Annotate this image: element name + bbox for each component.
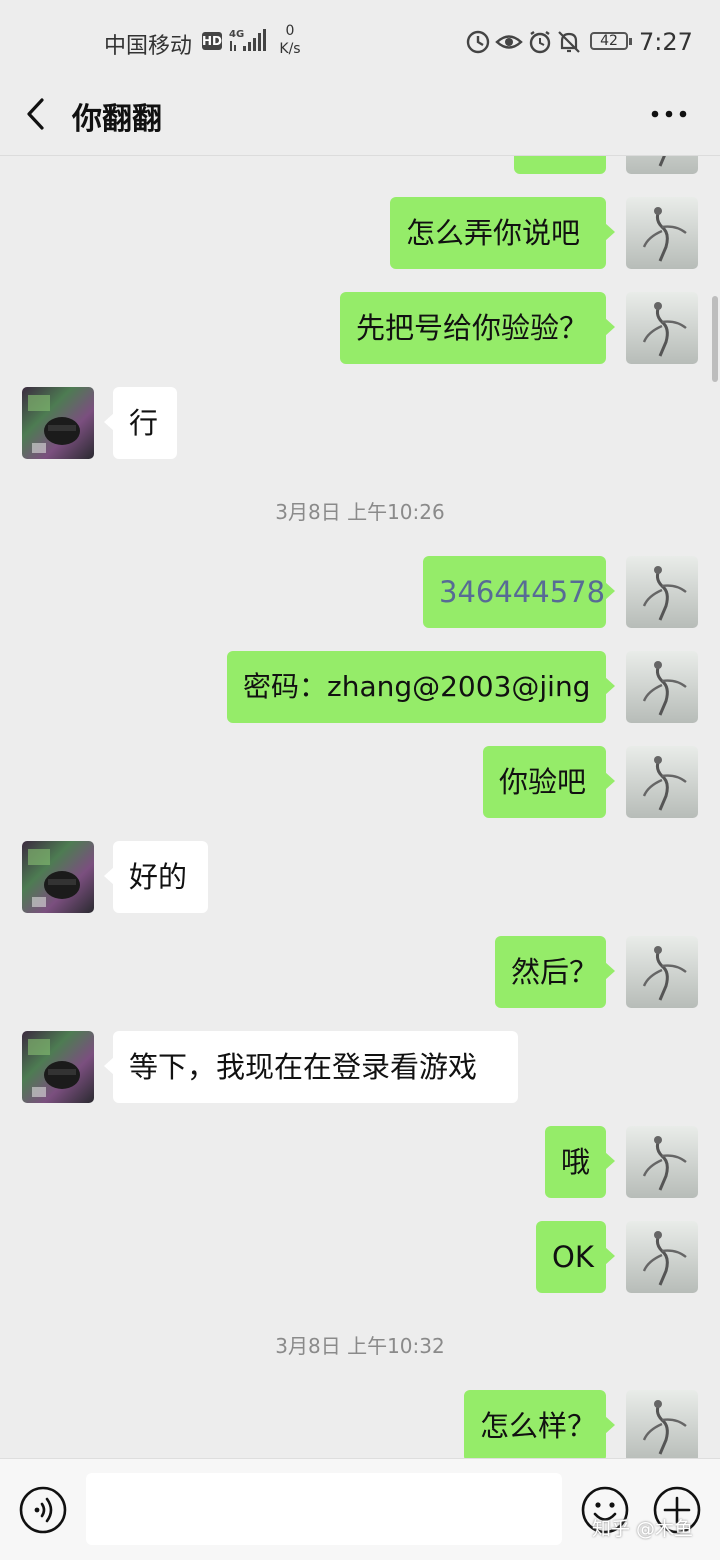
mute-bell-icon [558,31,580,53]
my-avatar[interactable] [626,936,698,1008]
my-avatar[interactable] [626,292,698,364]
alarm-icon [529,31,551,54]
chat-header: 你翻翻 [0,80,720,156]
chat-scrollbar[interactable] [712,296,718,382]
contact-avatar[interactable] [22,1031,94,1103]
message-list[interactable]: 怎么弄你说吧 先把号给你验验？ 行 3月8日 上午10:26 346444578… [0,156,720,1458]
carrier-name: 中国移动 [104,34,193,59]
my-avatar[interactable] [626,651,698,723]
contact-avatar[interactable] [22,387,94,459]
message-bubble[interactable]: 怎么弄你说吧 [390,197,615,269]
time-divider: 3月8日 上午10:26 [275,500,445,524]
chat-title: 你翻翻 [72,102,162,137]
my-avatar[interactable] [626,156,698,174]
message-bubble[interactable]: 哦 [545,1126,615,1198]
net-speed: 0 K/s [274,22,306,58]
signal-icon: 4G [229,29,266,51]
input-bar [0,1458,720,1560]
message-bubble[interactable]: OK [536,1221,615,1293]
voice-icon[interactable] [18,1485,68,1535]
contact-avatar[interactable] [22,841,94,913]
time-divider: 3月8日 上午10:32 [275,1334,445,1358]
svg-text:4G: 4G [229,29,244,40]
my-avatar[interactable] [626,556,698,628]
more-dots-icon[interactable] [646,96,692,132]
message-bubble[interactable]: 你验吧 [483,746,615,818]
my-avatar[interactable] [626,746,698,818]
detected-number-link[interactable]: 346444578 [439,575,605,609]
back-icon[interactable] [18,94,58,134]
message-bubble-partial[interactable] [514,156,606,174]
eye-comfort-icon [495,35,523,49]
data-saver-icon [466,30,490,54]
message-bubble[interactable]: 怎么样？ [464,1390,615,1458]
net-speed-unit: K/s [279,41,301,57]
message-bubble[interactable]: 行 [104,387,177,459]
message-input[interactable] [86,1473,562,1545]
message-bubble[interactable]: 346444578 [423,556,615,628]
net-speed-value: 0 [285,23,295,39]
watermark: 知乎 @木鱼 [592,1518,694,1540]
status-bar: 中国移动 HD 4G 0 K/s 42 7:27 [0,0,720,80]
clock: 7:27 [639,28,693,56]
message-bubble[interactable]: 然后？ [495,936,615,1008]
message-bubble[interactable]: 等下，我现在在登录看游戏 [104,1031,518,1103]
my-avatar[interactable] [626,1221,698,1293]
message-bubble[interactable]: 好的 [104,841,208,913]
message-bubble[interactable]: 密码：zhang@2003@jing [227,651,615,723]
hd-badge: HD [202,32,223,50]
message-bubble[interactable]: 先把号给你验验？ [340,292,615,364]
my-avatar[interactable] [626,1126,698,1198]
my-avatar[interactable] [626,197,698,269]
my-avatar[interactable] [626,1390,698,1458]
battery-icon: 42 [590,32,632,50]
status-icons [466,30,580,54]
